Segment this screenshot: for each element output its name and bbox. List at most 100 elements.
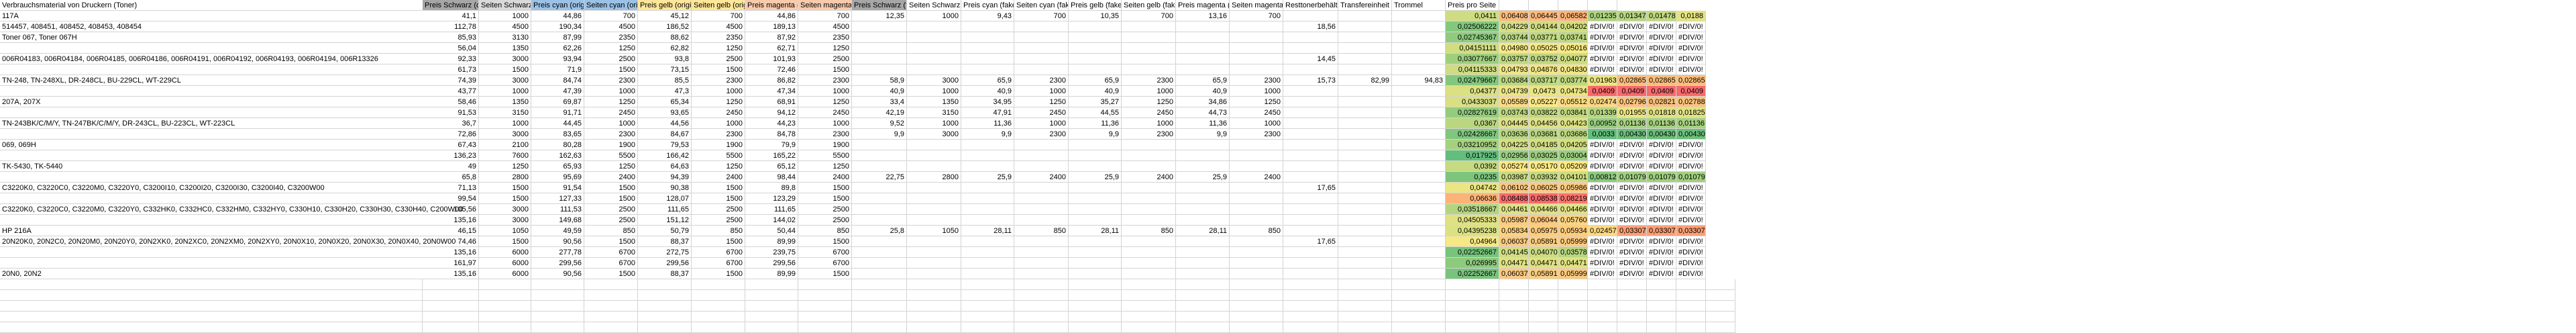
table-cell[interactable] [1338,43,1392,54]
table-cell[interactable]: 0,059872 [1499,215,1529,226]
table-cell[interactable] [584,279,638,290]
table-cell[interactable] [1014,215,1069,226]
table-cell[interactable]: 65,93 [531,161,584,172]
table-cell[interactable]: 0,03774783 [1558,75,1588,86]
table-cell[interactable] [1529,312,1558,322]
table-cell[interactable] [1122,64,1176,75]
table-cell[interactable]: #DIV/0! [1647,43,1676,54]
table-cell[interactable]: 2500 [798,54,852,64]
table-cell[interactable] [1176,258,1230,269]
table-cell[interactable] [1283,312,1338,322]
table-cell[interactable]: 28,11 [961,226,1014,236]
table-cell[interactable] [907,301,961,312]
table-cell[interactable] [479,322,531,333]
table-cell[interactable]: 0,01136 [1676,118,1706,129]
table-cell[interactable]: 0,02506222 [1446,21,1499,32]
table-cell[interactable]: 42,19 [852,107,907,118]
table-cell[interactable]: 700 [692,11,745,21]
table-cell[interactable]: 6700 [692,258,745,269]
table-cell[interactable]: 9,9 [1176,129,1230,140]
table-cell[interactable]: #DIV/0! [1588,21,1617,32]
table-cell[interactable] [1392,43,1446,54]
table-cell[interactable] [1176,21,1230,32]
table-cell[interactable]: 10,35 [1069,11,1122,21]
table-cell[interactable]: 2450 [1122,107,1176,118]
table-cell[interactable]: 2300 [1014,75,1069,86]
table-cell[interactable] [1338,236,1392,247]
table-cell[interactable] [907,204,961,215]
table-cell[interactable]: #DIV/0! [1617,236,1647,247]
table-cell[interactable]: 67,43 [423,140,479,150]
table-cell[interactable]: 0,03518667 [1446,204,1499,215]
cell-product[interactable]: C3220K0, C3220C0, C3220M0, C3220Y0, C332… [0,204,463,215]
table-cell[interactable] [907,21,961,32]
table-cell[interactable] [1176,301,1230,312]
table-cell[interactable]: 277,78 [531,247,584,258]
table-cell[interactable]: 0,04471045 [1558,258,1588,269]
table-cell[interactable] [961,301,1014,312]
table-cell[interactable] [1122,279,1176,290]
table-cell[interactable]: #DIV/0! [1617,21,1647,32]
column-header[interactable]: Preis cyan (original) [531,0,584,11]
table-cell[interactable]: 0,04471045 [1499,258,1529,269]
table-cell[interactable]: 47,34 [745,86,798,97]
table-cell[interactable]: 2500 [584,204,638,215]
table-cell[interactable]: 85,5 [638,75,692,86]
table-cell[interactable]: 88,62 [638,32,692,43]
column-header[interactable]: Preis Schwarz (fake) [852,0,907,11]
table-cell[interactable]: 44,86 [531,11,584,21]
table-cell[interactable]: 0,0409 [1647,86,1676,97]
table-cell[interactable] [852,301,907,312]
table-cell[interactable]: 5500 [584,150,638,161]
table-cell[interactable]: #DIV/0! [1588,269,1617,279]
table-cell[interactable]: 17,65 [1283,183,1338,193]
table-cell[interactable]: #DIV/0! [1617,140,1647,150]
table-cell[interactable] [1529,279,1558,290]
table-cell[interactable]: 0,01955511 [1617,107,1647,118]
column-header[interactable]: Preis cyan (fake) [961,0,1014,11]
table-cell[interactable]: 9,9 [1069,129,1122,140]
table-cell[interactable]: 0,03771064 [1529,32,1558,43]
table-cell[interactable]: 2300 [798,75,852,86]
table-cell[interactable]: 0,04185789 [1529,140,1558,150]
cell-product[interactable]: 20N20K0, 20N2C0, 20N20M0, 20N20Y0, 20N2X… [0,236,455,247]
table-cell[interactable] [1676,290,1706,301]
table-cell[interactable]: 123,29 [745,193,798,204]
table-cell[interactable]: 90,56 [531,269,584,279]
table-cell[interactable] [1392,161,1446,172]
table-cell[interactable]: #DIV/0! [1617,43,1647,54]
table-cell[interactable]: 87,99 [531,32,584,43]
table-cell[interactable]: 1500 [584,64,638,75]
table-cell[interactable] [798,290,852,301]
table-cell[interactable] [1014,140,1069,150]
table-cell[interactable] [692,312,745,322]
table-cell[interactable]: #DIV/0! [1647,247,1676,258]
table-cell[interactable] [1122,161,1176,172]
table-cell[interactable]: 65,8 [423,172,479,183]
table-cell[interactable]: #DIV/0! [1676,247,1706,258]
table-cell[interactable] [1230,21,1283,32]
table-cell[interactable]: 0,037576 [1499,54,1529,64]
table-cell[interactable]: #DIV/0! [1647,140,1676,150]
table-cell[interactable] [1558,279,1588,290]
table-cell[interactable]: 0,04466 [1529,204,1558,215]
table-cell[interactable]: 149,68 [531,215,584,226]
table-cell[interactable] [1338,247,1392,258]
table-cell[interactable]: 28,11 [1176,226,1230,236]
table-cell[interactable] [852,64,907,75]
table-cell[interactable]: 89,8 [745,183,798,193]
table-cell[interactable]: 2500 [692,204,745,215]
table-cell[interactable]: 0,06582857 [1558,11,1588,21]
table-cell[interactable]: 79,53 [638,140,692,150]
table-cell[interactable]: 50,79 [638,226,692,236]
table-cell[interactable]: 84,67 [638,129,692,140]
table-cell[interactable] [1392,183,1446,193]
table-cell[interactable]: 2500 [798,215,852,226]
table-cell[interactable] [1283,193,1338,204]
table-cell[interactable]: 3000 [479,129,531,140]
table-cell[interactable] [907,183,961,193]
column-header[interactable]: Seiten cyan (original) [584,0,638,11]
table-cell[interactable] [1283,107,1338,118]
table-cell[interactable]: #DIV/0! [1588,258,1617,269]
table-cell[interactable]: #DIV/0! [1647,183,1676,193]
